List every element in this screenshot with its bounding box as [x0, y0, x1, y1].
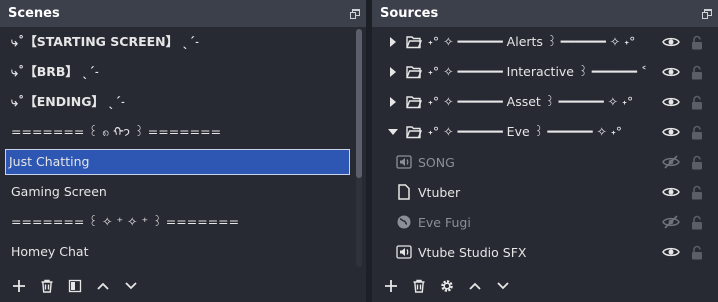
- scene-item-divider-2[interactable]: ======= ꒰ ✧ ⁺ ✧ ⁺ ꒱ =======: [0, 207, 352, 237]
- eye-icon[interactable]: [662, 184, 680, 200]
- folder-icon: [406, 94, 422, 110]
- eye-hidden-icon[interactable]: [662, 214, 680, 230]
- source-item-vtuber[interactable]: Vtuber: [372, 177, 718, 207]
- eye-icon[interactable]: [662, 64, 680, 80]
- source-item-eve[interactable]: ˖° ✧ ━━━━━━ Eve ꒱ ━━━━━━ ✧ ˖°: [372, 117, 718, 147]
- add-source-button[interactable]: [380, 275, 402, 297]
- source-properties-button[interactable]: [436, 275, 458, 297]
- scenes-header: Scenes: [0, 0, 366, 27]
- scenes-toolbar: [0, 270, 366, 302]
- chevron-up-icon: [469, 282, 481, 290]
- lock-icon[interactable]: [689, 124, 705, 140]
- lock-icon[interactable]: [689, 244, 705, 260]
- source-name: Vtuber: [418, 184, 461, 200]
- sources-toolbar: [372, 270, 718, 302]
- trash-icon: [41, 279, 53, 293]
- scene-item-brb[interactable]: ⤷˚【BRB】 ˎˊ˗: [0, 57, 352, 87]
- source-name: Vtube Studio SFX: [418, 244, 527, 260]
- filters-icon: [68, 279, 82, 293]
- folder-icon: [406, 34, 422, 50]
- scene-filters-button[interactable]: [64, 275, 86, 297]
- lock-icon[interactable]: [689, 94, 705, 110]
- source-name: SONG: [418, 154, 455, 170]
- source-name: Eve Fugi: [418, 214, 471, 230]
- sources-header: Sources: [372, 0, 718, 27]
- scenes-dock: Scenes ⤷˚【STARTING SCREEN】 ˎˊ˗ ⤷˚【BRB】 ˎ…: [0, 0, 366, 302]
- globe-icon: [396, 214, 412, 230]
- source-name: ˖° ✧ ━━━━━━ Interactive ꒱ ━━━━━━ ˂: [428, 64, 648, 79]
- move-source-up-button[interactable]: [464, 275, 486, 297]
- lock-icon[interactable]: [689, 154, 705, 170]
- add-scene-button[interactable]: [8, 275, 30, 297]
- expand-arrow-icon[interactable]: [386, 37, 400, 47]
- eye-icon[interactable]: [662, 94, 680, 110]
- scene-item-starting-screen[interactable]: ⤷˚【STARTING SCREEN】 ˎˊ˗: [0, 27, 352, 57]
- folder-open-icon: [406, 124, 422, 140]
- collapse-arrow-icon[interactable]: [386, 128, 400, 136]
- scene-list: ⤷˚【STARTING SCREEN】 ˎˊ˗ ⤷˚【BRB】 ˎˊ˗ ⤷˚【E…: [0, 27, 366, 270]
- eye-icon[interactable]: [662, 244, 680, 260]
- plus-icon: [13, 280, 25, 292]
- file-icon: [396, 184, 412, 200]
- source-list: ˖° ✧ ━━━━━━ Alerts ꒱ ━━━━━━ ✧ ˖° ˖° ✧ ━━…: [372, 27, 718, 270]
- source-item-vtube-studio-sfx[interactable]: Vtube Studio SFX: [372, 237, 718, 267]
- source-item-song[interactable]: SONG: [372, 147, 718, 177]
- scene-item-homey-chat[interactable]: Homey Chat: [0, 237, 352, 267]
- source-item-asset[interactable]: ˖° ✧ ━━━━━━ Asset ꒱ ━━━━━━ ✧ ˖°: [372, 87, 718, 117]
- lock-icon[interactable]: [689, 34, 705, 50]
- trash-icon: [413, 279, 425, 293]
- sources-title: Sources: [380, 6, 439, 21]
- eye-hidden-icon[interactable]: [662, 154, 680, 170]
- scene-item-gaming-screen[interactable]: Gaming Screen: [0, 177, 352, 207]
- source-item-interactive[interactable]: ˖° ✧ ━━━━━━ Interactive ꒱ ━━━━━━ ˂: [372, 57, 718, 87]
- chevron-down-icon: [497, 282, 509, 290]
- source-name: ˖° ✧ ━━━━━━ Alerts ꒱ ━━━━━━ ✧ ˖°: [428, 34, 636, 49]
- source-item-eve-fugi[interactable]: Eve Fugi: [372, 207, 718, 237]
- chevron-up-icon: [97, 282, 109, 290]
- move-source-down-button[interactable]: [492, 275, 514, 297]
- speaker-icon: [396, 154, 412, 170]
- source-name: ˖° ✧ ━━━━━━ Eve ꒱ ━━━━━━ ✧ ˖°: [428, 124, 623, 139]
- scenes-title: Scenes: [8, 6, 60, 21]
- move-scene-up-button[interactable]: [92, 275, 114, 297]
- remove-source-button[interactable]: [408, 275, 430, 297]
- scene-item-ending[interactable]: ⤷˚【ENDING】 ˎˊ˗: [0, 87, 352, 117]
- undock-icon[interactable]: [702, 8, 712, 19]
- expand-arrow-icon[interactable]: [386, 97, 400, 107]
- sources-dock: Sources ˖° ✧ ━━━━━━ Alerts ꒱ ━━━━━━ ✧ ˖°: [372, 0, 718, 302]
- move-scene-down-button[interactable]: [120, 275, 142, 297]
- chevron-down-icon: [125, 282, 137, 290]
- gear-icon: [441, 280, 453, 292]
- speaker-icon: [396, 244, 412, 260]
- source-item-alerts[interactable]: ˖° ✧ ━━━━━━ Alerts ꒱ ━━━━━━ ✧ ˖°: [372, 27, 718, 57]
- remove-scene-button[interactable]: [36, 275, 58, 297]
- scene-scrollbar-thumb[interactable]: [356, 29, 362, 178]
- eye-icon[interactable]: [662, 34, 680, 50]
- scene-item-just-chatting[interactable]: Just Chatting: [5, 149, 350, 175]
- lock-icon[interactable]: [689, 184, 705, 200]
- lock-icon[interactable]: [689, 214, 705, 230]
- plus-icon: [385, 280, 397, 292]
- lock-icon[interactable]: [689, 64, 705, 80]
- eye-icon[interactable]: [662, 124, 680, 140]
- scene-item-divider-1[interactable]: ======= ꒰ ၈ ᡣ𐭩 ꒱ =======: [0, 117, 352, 147]
- expand-arrow-icon[interactable]: [386, 67, 400, 77]
- source-name: ˖° ✧ ━━━━━━ Asset ꒱ ━━━━━━ ✧ ˖°: [428, 94, 634, 109]
- undock-icon[interactable]: [350, 8, 360, 19]
- folder-icon: [406, 64, 422, 80]
